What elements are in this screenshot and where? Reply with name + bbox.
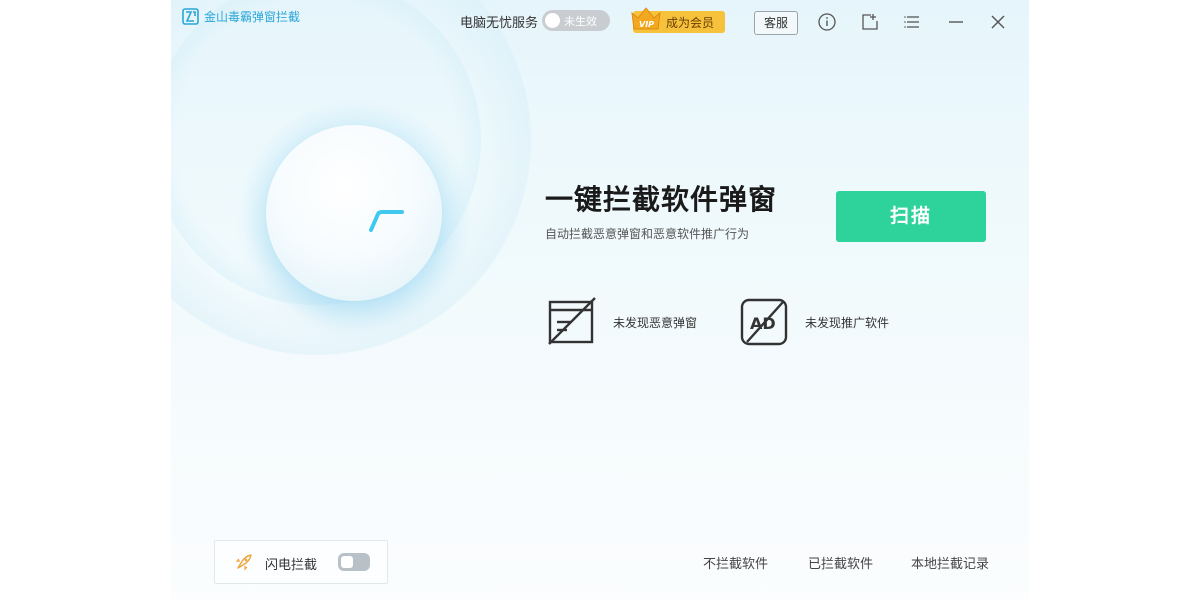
scan-progress-mark-icon: [369, 210, 404, 232]
vip-label: 成为会员: [666, 16, 715, 30]
scan-orb: [266, 125, 442, 301]
minimize-icon[interactable]: [946, 12, 966, 32]
flash-block-label: 闪电拦截: [265, 558, 318, 573]
app-logo: 金山毒霸弹窗拦截: [182, 8, 300, 25]
become-member-button[interactable]: VIP 成为会员: [631, 7, 725, 33]
toggle-knob: [545, 13, 560, 28]
close-icon[interactable]: [988, 12, 1008, 32]
vip-crown-icon: VIP: [631, 7, 661, 30]
local-block-records-link[interactable]: 本地拦截记录: [911, 553, 989, 572]
rocket-icon: [235, 554, 252, 571]
menu-icon[interactable]: [902, 12, 922, 32]
page-subtitle: 自动拦截恶意弹窗和恶意软件推广行为: [545, 227, 750, 241]
service-label: 电脑无忧服务: [460, 16, 539, 31]
not-blocked-software-link[interactable]: 不拦截软件: [703, 553, 768, 572]
service-toggle-label: 未生效: [564, 15, 597, 28]
status-item-popup: 未发现恶意弹窗: [547, 296, 697, 348]
ad-block-icon: AD: [740, 298, 788, 346]
app-title: 金山毒霸弹窗拦截: [204, 10, 301, 24]
flash-block-panel: 闪电拦截: [214, 540, 388, 584]
service-toggle[interactable]: 未生效: [542, 10, 610, 31]
status-item-ad: AD 未发现推广软件: [739, 296, 889, 348]
page-title: 一键拦截软件弹窗: [545, 183, 778, 216]
scan-button[interactable]: 扫描: [836, 191, 986, 242]
logo-icon: [182, 8, 199, 25]
toggle-knob: [341, 556, 353, 568]
title-bar: 金山毒霸弹窗拦截 电脑无忧服务 未生效 VIP 成为会员 客服: [171, 0, 1029, 44]
share-icon[interactable]: [860, 12, 880, 32]
app-window: 金山毒霸弹窗拦截 电脑无忧服务 未生效 VIP 成为会员 客服 一键拦截软件弹窗…: [171, 0, 1029, 600]
vip-badge-text: VIP: [639, 20, 654, 29]
status-text: 未发现推广软件: [805, 315, 890, 330]
flash-block-toggle[interactable]: [338, 553, 370, 571]
info-icon[interactable]: [817, 12, 837, 32]
blocked-software-link[interactable]: 已拦截软件: [808, 553, 873, 572]
customer-service-button[interactable]: 客服: [754, 11, 798, 35]
popup-window-icon: [548, 297, 596, 345]
status-text: 未发现恶意弹窗: [613, 315, 698, 330]
